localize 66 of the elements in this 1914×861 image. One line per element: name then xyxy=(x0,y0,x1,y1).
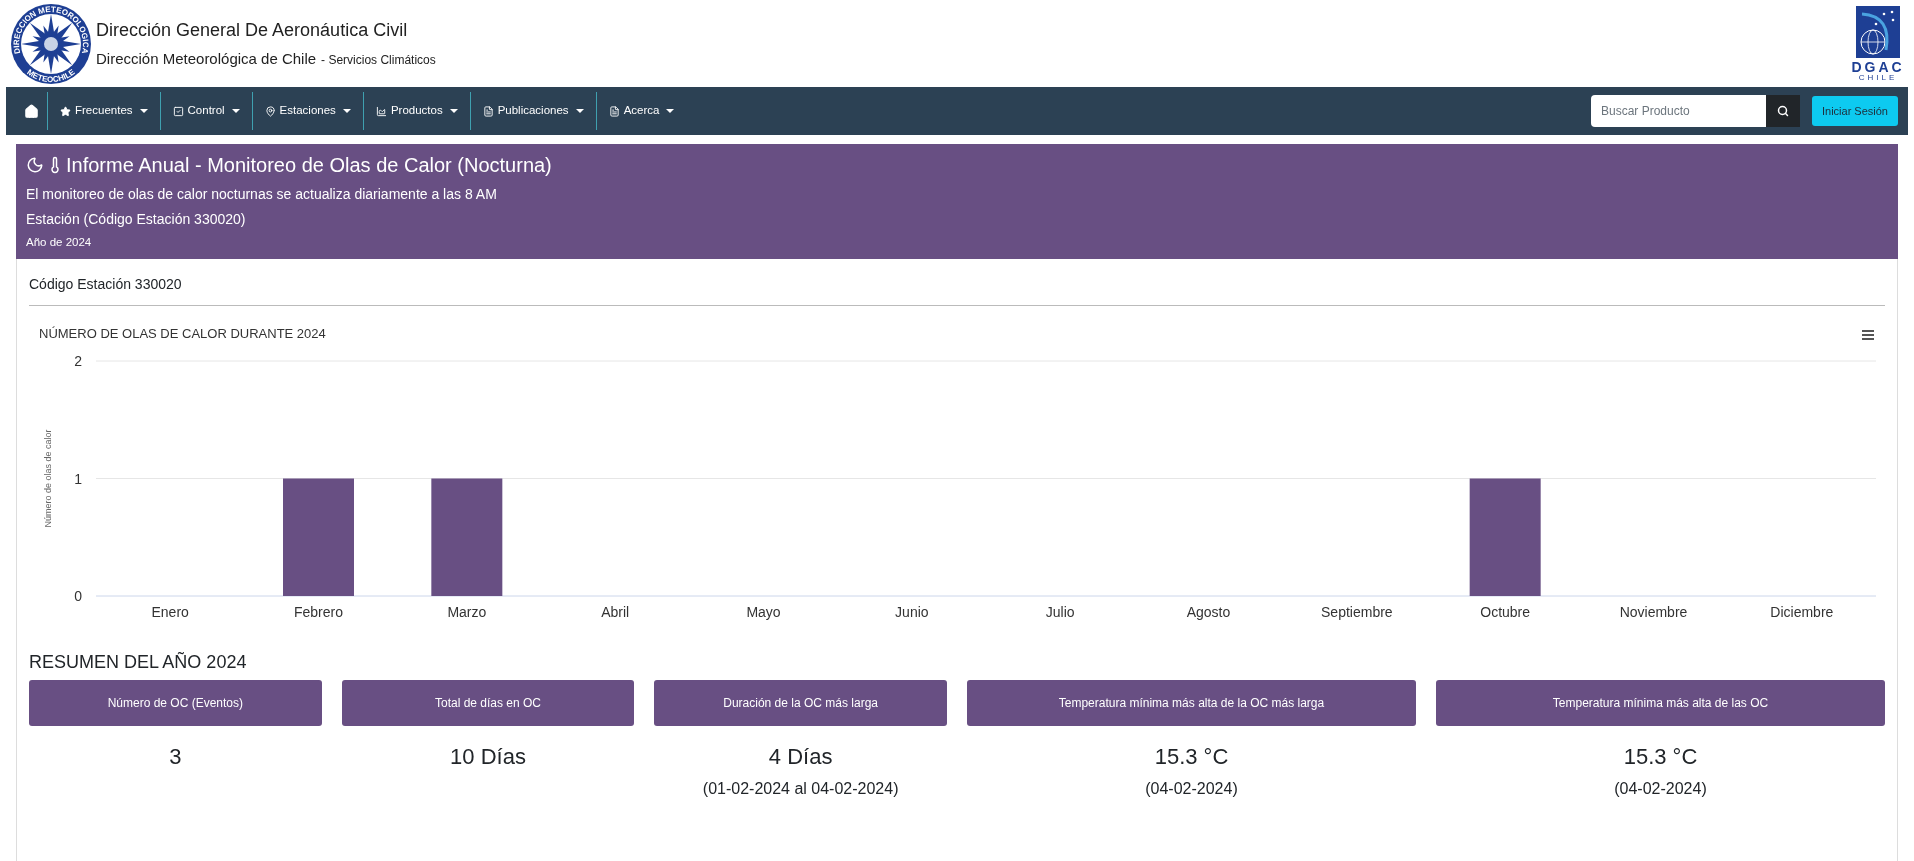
caret-icon xyxy=(139,109,148,113)
summary-value: 15.3 °C xyxy=(1623,743,1698,772)
summary-detail: (04-02-2024) xyxy=(1614,779,1707,800)
chart-title: NÚMERO DE OLAS DE CALOR DURANTE 2024 xyxy=(39,326,326,342)
summary-value: 3 xyxy=(169,743,182,772)
y-tick-label: 1 xyxy=(74,470,82,487)
y-tick-label: 0 xyxy=(74,588,82,605)
x-tick-label: Octubre xyxy=(1480,604,1531,621)
x-tick-label: Noviembre xyxy=(1619,604,1688,621)
nav-menu[interactable]: Frecuentes xyxy=(48,92,161,130)
x-tick-label: Agosto xyxy=(1186,604,1231,621)
y-axis-label: Número de olas de calor xyxy=(43,429,53,528)
x-tick-label: Enero xyxy=(151,604,189,621)
caret-icon xyxy=(575,109,584,113)
caret-icon xyxy=(666,109,675,113)
site-title: Dirección General De Aeronáutica Civil xyxy=(96,18,409,42)
x-tick-label: Abril xyxy=(601,604,630,621)
report-info: El monitoreo de olas de calor nocturnas se actualiza diariamente a las 8 AM xyxy=(26,185,498,204)
login-button[interactable]: Iniciar Sesión xyxy=(1811,96,1898,126)
search-icon xyxy=(1776,105,1789,117)
nav-menu[interactable]: Acerca xyxy=(596,92,687,130)
caret-icon xyxy=(449,109,458,113)
summary-value: 10 Días xyxy=(450,743,526,772)
home-icon xyxy=(24,103,39,119)
report-info: Estación (Código Estación 330020) xyxy=(26,210,247,229)
report-year: Año de 2024 xyxy=(26,235,93,250)
nav-menu[interactable]: Estaciones xyxy=(252,92,364,130)
site-subtitle: Dirección Meteorológica de Chile xyxy=(96,48,317,69)
nav-item-icon xyxy=(608,105,620,117)
summary-header: Temperatura mínima más alta de las OC xyxy=(1436,680,1885,727)
menu-icon[interactable] xyxy=(1862,330,1874,341)
x-tick-label: Mayo xyxy=(746,604,781,621)
dgac-logo: DGAC CHILE xyxy=(1852,5,1904,82)
summary-value: 4 Días xyxy=(768,743,833,772)
nav-item-icon xyxy=(482,105,494,117)
search-input[interactable]: Buscar Producto xyxy=(1600,102,1756,120)
summary-value: 15.3 °C xyxy=(1154,743,1229,772)
search-button[interactable] xyxy=(1765,95,1800,127)
x-tick-label: Junio xyxy=(895,604,929,621)
nav-menu[interactable]: Publicaciones xyxy=(470,92,597,130)
summary-header: Total de días en OC xyxy=(341,680,635,727)
caret-icon xyxy=(342,109,351,113)
summary-header: Temperatura mínima más alta de la OC más larga xyxy=(966,680,1416,727)
caret-icon xyxy=(231,109,240,113)
summary-detail: (01-02-2024 al 04-02-2024) xyxy=(702,779,899,800)
nav-item-icon xyxy=(172,105,184,117)
station-code: Código Estación 330020 xyxy=(29,276,182,293)
summary-header: Duración de la OC más larga xyxy=(654,680,947,727)
y-tick-label: 2 xyxy=(74,353,82,370)
x-tick-label: Septiembre xyxy=(1321,604,1393,621)
nav-menu[interactable]: Control xyxy=(160,92,253,130)
moon-icon xyxy=(26,156,44,174)
summary-detail: (04-02-2024) xyxy=(1145,779,1238,800)
nav-item-icon xyxy=(264,105,276,117)
nav-item-icon xyxy=(60,105,71,117)
summary-header: Número de OC (Eventos) xyxy=(29,680,322,727)
search-field[interactable]: Buscar Producto xyxy=(1590,95,1766,127)
x-tick-label: Febrero xyxy=(294,604,343,621)
x-tick-label: Julio xyxy=(1045,604,1075,621)
report-title: Informe Anual - Monitoreo de Olas de Calor (Nocturna) xyxy=(66,153,552,178)
site-subtitle-suffix: - Servicios Climáticos xyxy=(321,51,436,69)
summary-title: RESUMEN DEL AÑO 2024 xyxy=(29,651,247,675)
nav-item-icon xyxy=(375,105,387,117)
nav-menu[interactable]: Productos xyxy=(363,92,471,130)
x-tick-label: Diciembre xyxy=(1770,604,1834,621)
x-tick-label: Marzo xyxy=(447,604,487,621)
